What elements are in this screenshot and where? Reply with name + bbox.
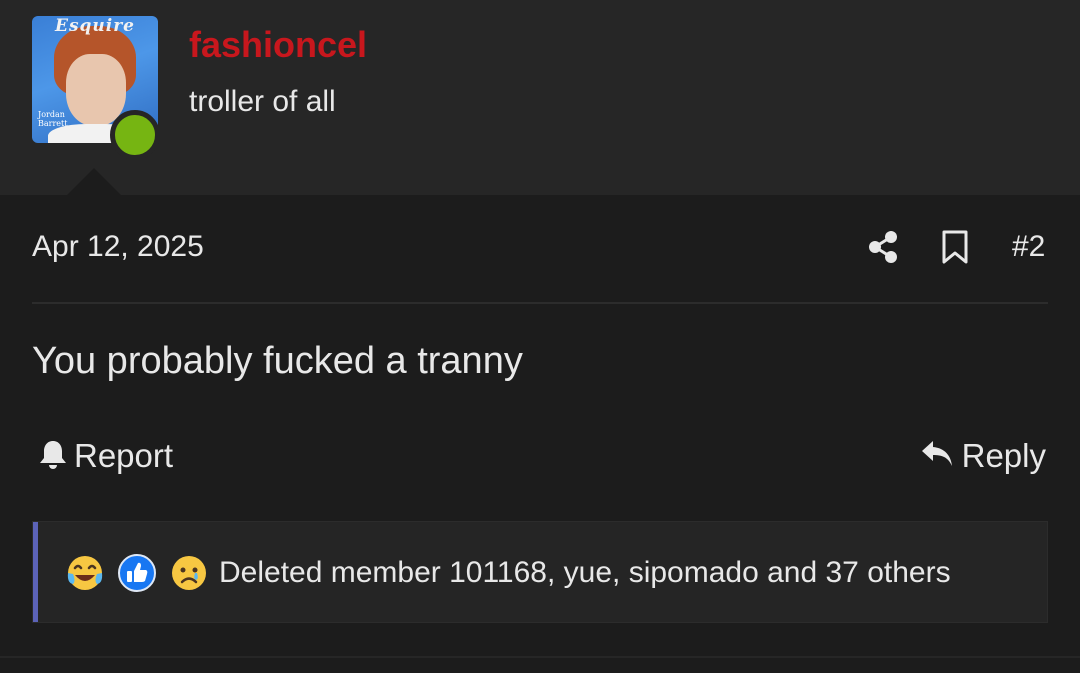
username-link[interactable]: fashioncel [189,24,367,66]
like-icon[interactable] [117,553,157,593]
online-status-indicator [110,110,160,160]
reply-label: Reply [961,437,1046,474]
reply-arrow-icon [920,439,954,474]
user-title: troller of all [189,85,336,118]
bookmark-icon[interactable] [940,229,970,265]
post-date[interactable]: Apr 12, 2025 [32,230,204,264]
header-pointer [66,168,122,196]
reactions-bar[interactable]: Deleted member 101168, yue, sipomado and… [32,521,1048,623]
report-button[interactable]: Report [38,436,173,476]
reply-button[interactable]: Reply [920,436,1046,476]
post-number-link[interactable]: #2 [1012,230,1045,264]
sad-icon[interactable] [169,553,209,593]
post-divider [32,302,1048,304]
avatar-masthead: Esquire [54,16,135,36]
post-user-header: Esquire Jordan Barrett fashioncel trolle… [0,0,1080,196]
reactions-accent [33,522,38,622]
laughing-crying-icon[interactable] [65,553,105,593]
avatar[interactable]: Esquire Jordan Barrett [32,16,160,160]
bell-icon [38,438,68,475]
share-icon[interactable] [866,230,900,264]
post-message: You probably fucked a tranny [32,340,523,382]
post-bottom-divider [0,656,1080,658]
report-label: Report [74,437,174,474]
reaction-summary-link[interactable]: Deleted member 101168, yue, sipomado and… [219,553,951,593]
avatar-caption: Jordan Barrett [38,110,68,128]
